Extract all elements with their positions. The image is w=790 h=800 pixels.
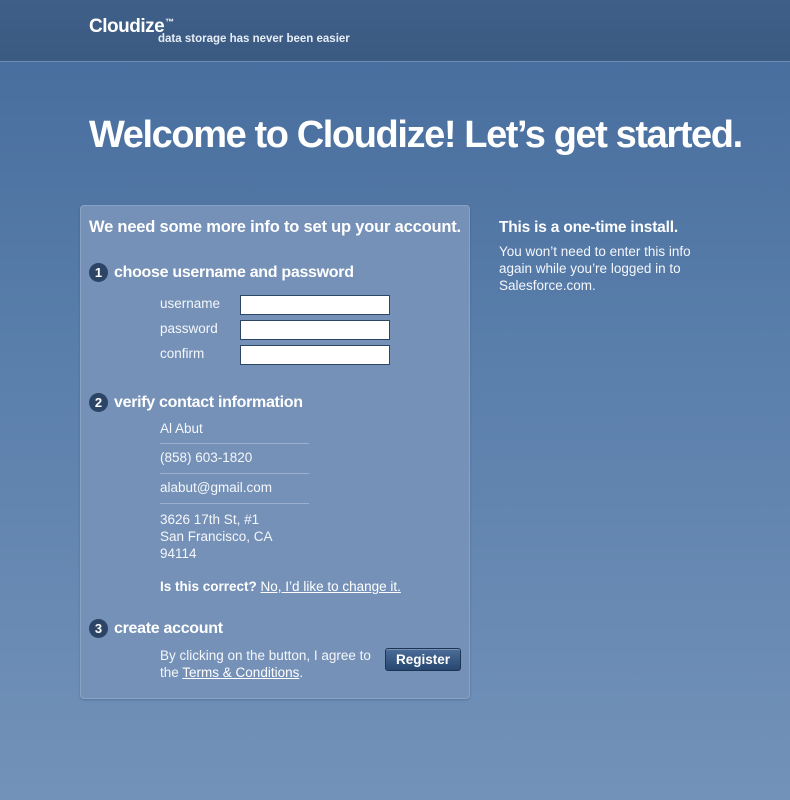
sidebar-text: You won’t need to enter this info again … bbox=[499, 244, 691, 293]
sidebar-title: This is a one-time install. bbox=[499, 219, 678, 236]
register-button[interactable]: Register bbox=[385, 648, 461, 671]
confirm-password-input[interactable] bbox=[240, 345, 390, 365]
password-label: password bbox=[160, 321, 218, 336]
divider bbox=[160, 503, 309, 504]
change-info-link[interactable]: No, I’d like to change it. bbox=[261, 579, 401, 594]
confirm-question: Is this correct? bbox=[160, 579, 257, 594]
tagline: data storage has never been easier bbox=[158, 33, 350, 45]
contact-name: Al Abut bbox=[160, 421, 203, 436]
step-1-title: choose username and password bbox=[114, 263, 354, 281]
top-header-bar: Cloudize™ data storage has never been ea… bbox=[0, 0, 790, 62]
address-line: San Francisco, CA bbox=[160, 529, 273, 544]
step-1-header: 1 choose username and password bbox=[89, 263, 354, 282]
step-2-title: verify contact information bbox=[114, 393, 303, 411]
confirm-label: confirm bbox=[160, 346, 205, 361]
agreement-text: By clicking on the button, I agree to th… bbox=[160, 647, 380, 681]
terms-link[interactable]: Terms & Conditions bbox=[182, 665, 299, 680]
contact-address: 3626 17th St, #1 San Francisco, CA 94114 bbox=[160, 511, 273, 562]
trademark-symbol: ™ bbox=[165, 17, 174, 27]
form-intro: We need some more info to set up your ac… bbox=[89, 218, 461, 236]
address-line: 94114 bbox=[160, 546, 197, 561]
divider bbox=[160, 473, 309, 474]
agreement-suffix: . bbox=[299, 665, 304, 680]
step-number-badge: 3 bbox=[89, 619, 108, 638]
divider bbox=[160, 443, 309, 444]
step-3-title: create account bbox=[114, 619, 223, 637]
contact-email: alabut@gmail.com bbox=[160, 480, 273, 495]
password-input[interactable] bbox=[240, 320, 390, 340]
username-input[interactable] bbox=[240, 295, 390, 315]
step-number-badge: 1 bbox=[89, 263, 108, 282]
address-line: 3626 17th St, #1 bbox=[160, 512, 260, 527]
logo-text: Cloudize bbox=[89, 16, 165, 37]
username-label: username bbox=[160, 296, 221, 311]
step-3-header: 3 create account bbox=[89, 619, 223, 638]
confirm-row: Is this correct? No, I’d like to change … bbox=[160, 579, 401, 594]
page-title: Welcome to Cloudize! Let’s get started. bbox=[89, 114, 743, 156]
step-2-header: 2 verify contact information bbox=[89, 393, 303, 412]
step-number-badge: 2 bbox=[89, 393, 108, 412]
contact-phone: (858) 603-1820 bbox=[160, 450, 253, 465]
